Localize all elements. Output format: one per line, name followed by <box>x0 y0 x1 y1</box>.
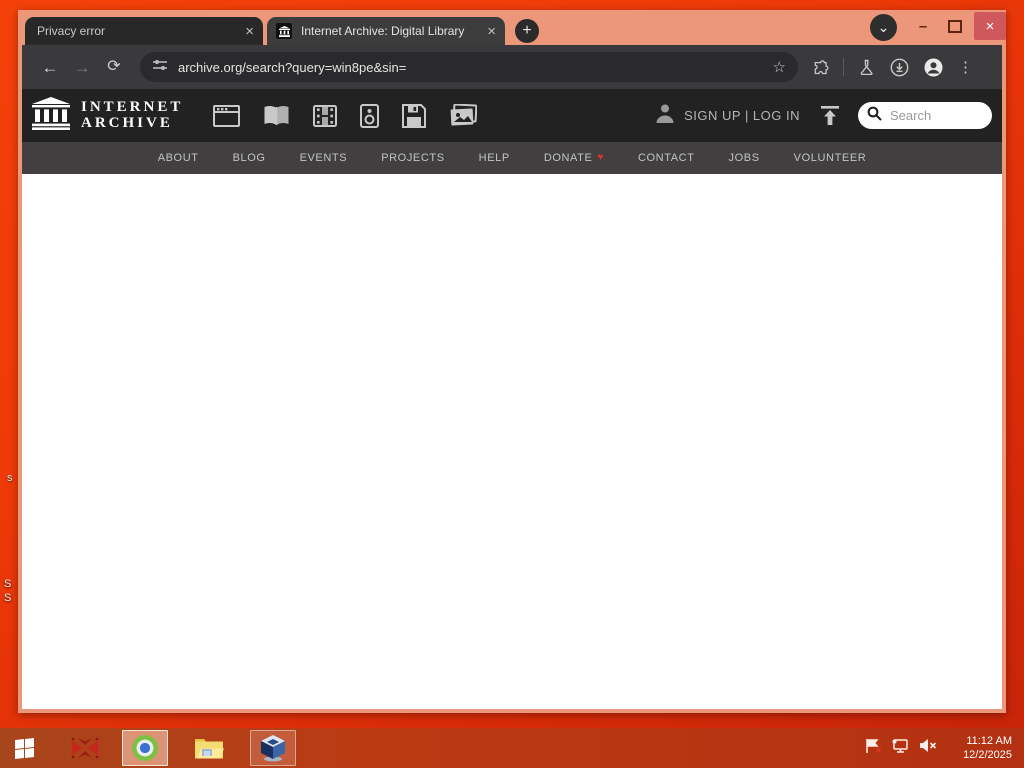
nav-item-contact[interactable]: CONTACT <box>638 152 695 164</box>
web-icon[interactable] <box>213 104 241 127</box>
internet-archive-wordmark[interactable]: INTERNET ARCHIVE <box>81 99 183 132</box>
downloads-icon[interactable] <box>890 58 909 77</box>
nav-item-donate[interactable]: DONATE ♥ <box>544 152 604 164</box>
maximize-button[interactable] <box>940 12 970 40</box>
signup-login-link[interactable]: SIGN UP | LOG IN <box>684 108 800 123</box>
toolbar-separator <box>843 58 844 76</box>
media-type-tabs <box>213 103 478 128</box>
heart-icon: ♥ <box>597 152 604 163</box>
taskbar: ✕ 11:12 AM 12/2/2025 <box>0 728 1024 768</box>
tab-close-icon[interactable]: × <box>245 24 254 39</box>
tab-search-button[interactable]: ⌄ <box>870 14 897 41</box>
clock-time: 11:12 AM <box>966 734 1012 747</box>
user-person-icon[interactable] <box>654 102 676 129</box>
tab-strip: Privacy error × Internet Archive: Digita… <box>18 10 1006 45</box>
labs-flask-icon[interactable] <box>859 59 875 76</box>
images-icon[interactable] <box>449 104 478 127</box>
nav-item-events[interactable]: EVENTS <box>300 152 348 164</box>
profile-avatar-icon[interactable] <box>924 58 943 77</box>
tab-internet-archive[interactable]: Internet Archive: Digital Library × <box>267 17 505 45</box>
site-settings-icon[interactable] <box>152 58 168 77</box>
taskbar-file-explorer-button[interactable] <box>186 730 232 766</box>
desktop: s S S Privacy error × Internet Archive: … <box>0 0 1024 768</box>
browser-window: Privacy error × Internet Archive: Digita… <box>18 10 1006 713</box>
taskbar-red-app-button[interactable] <box>62 730 108 766</box>
upload-icon[interactable] <box>820 106 840 125</box>
network-status-icon[interactable] <box>891 738 910 759</box>
reload-button[interactable]: ⟳ <box>98 59 130 75</box>
internet-archive-logo-icon[interactable] <box>32 96 70 135</box>
software-icon[interactable] <box>402 103 427 128</box>
search-icon <box>867 106 882 126</box>
taskbar-clock[interactable]: 11:12 AM 12/2/2025 <box>952 734 1012 763</box>
audio-icon[interactable] <box>360 103 380 128</box>
taskbar-virtualbox-button[interactable] <box>250 730 296 766</box>
site-search-box[interactable] <box>858 102 992 129</box>
red-app-icon <box>71 737 99 759</box>
close-window-button[interactable]: × <box>974 12 1006 40</box>
file-explorer-icon <box>195 738 224 758</box>
clock-date: 12/2/2025 <box>963 749 1012 761</box>
nav-item-about[interactable]: ABOUT <box>158 152 199 164</box>
chrome-browser-icon <box>132 735 158 761</box>
webpage: INTERNET ARCHIVE SIGN UP | LOG IN Search… <box>22 89 1002 709</box>
desktop-icon-label-fragment: s <box>7 472 13 484</box>
nav-item-help[interactable]: HELP <box>479 152 510 164</box>
url-text[interactable]: archive.org/search?query=win8pe&sin= <box>178 60 406 75</box>
tab-privacy-error[interactable]: Privacy error × <box>25 17 263 45</box>
start-button[interactable] <box>0 728 48 768</box>
nav-item-blog[interactable]: BLOG <box>233 152 266 164</box>
taskbar-browser-button[interactable] <box>122 730 168 766</box>
windows-logo-icon <box>14 737 34 759</box>
extensions-icon[interactable] <box>813 59 830 76</box>
texts-icon[interactable] <box>263 105 290 127</box>
action-center-flag-icon[interactable]: ✕ <box>865 738 882 759</box>
volume-muted-icon[interactable] <box>919 738 937 758</box>
forward-button: → <box>73 57 91 77</box>
internet-archive-nav: ABOUT BLOG EVENTS PROJECTS HELP DONATE ♥ … <box>22 142 1002 174</box>
tab-close-icon[interactable]: × <box>487 24 496 39</box>
internet-archive-header: INTERNET ARCHIVE SIGN UP | LOG IN Search <box>22 89 1002 142</box>
address-bar[interactable]: archive.org/search?query=win8pe&sin= ☆ <box>140 52 798 82</box>
video-icon[interactable] <box>313 104 338 127</box>
back-button[interactable]: ← <box>34 59 66 76</box>
desktop-icon-label-fragment: S <box>4 578 12 590</box>
svg-text:✕: ✕ <box>875 746 882 754</box>
virtualbox-icon <box>261 735 285 762</box>
minimize-button[interactable]: – <box>908 12 938 40</box>
page-content-empty <box>22 174 1002 709</box>
new-tab-button[interactable]: + <box>515 19 539 43</box>
browser-menu-icon[interactable]: ⋮ <box>958 58 973 76</box>
system-tray: ✕ 11:12 AM 12/2/2025 <box>865 734 1024 763</box>
nav-item-volunteer[interactable]: VOLUNTEER <box>794 152 867 164</box>
internet-archive-favicon <box>276 23 292 39</box>
desktop-icon-label-fragment: S <box>4 592 12 604</box>
tab-title: Privacy error <box>37 24 106 38</box>
browser-toolbar: ← → ⟳ archive.org/search?query=win8pe&si… <box>22 45 1002 89</box>
maximize-icon <box>948 19 962 33</box>
search-input[interactable] <box>888 107 984 124</box>
nav-item-projects[interactable]: PROJECTS <box>381 152 444 164</box>
tab-title: Internet Archive: Digital Library <box>301 24 465 38</box>
bookmark-star-icon[interactable]: ☆ <box>773 58 786 76</box>
nav-item-jobs[interactable]: JOBS <box>729 152 760 164</box>
